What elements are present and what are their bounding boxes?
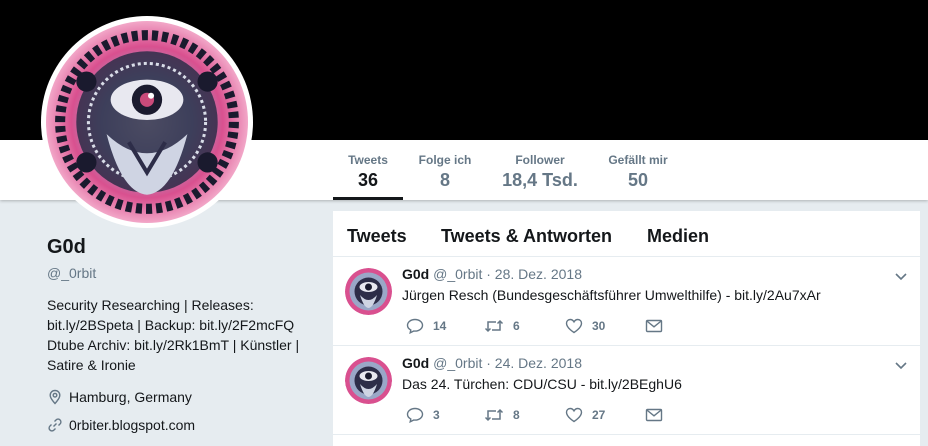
like-count: 30 [592, 319, 606, 333]
nav-following-count: 8 [439, 170, 450, 190]
tweet-author-name[interactable]: G0d [402, 355, 429, 371]
tweet-item[interactable]: G0d @_0rbit · 28. Dez. 2018 Jürgen Resch… [333, 257, 920, 346]
timeline-tabs: Tweets Tweets & Antworten Medien [333, 211, 920, 257]
location-pin-icon [49, 389, 61, 405]
nav-likes-label: Gefällt mir [608, 153, 668, 167]
profile-bio: Security Researching | Releases: bit.ly/… [47, 297, 300, 373]
avatar-artwork [46, 21, 248, 223]
tweet-date[interactable]: · 24. Dez. 2018 [486, 355, 582, 371]
reply-count: 3 [433, 408, 440, 422]
profile-website-link[interactable]: 0rbiter.blogspot.com [69, 417, 195, 433]
retweet-count: 8 [513, 408, 520, 422]
tweet-date[interactable]: · 28. Dez. 2018 [486, 266, 582, 282]
nav-followers-label: Follower [515, 153, 565, 167]
nav-followers-count: 18,4 Tsd. [502, 170, 578, 190]
tweet-author-handle[interactable]: @_0rbit [433, 355, 482, 371]
nav-following[interactable]: Folge ich 8 [412, 140, 478, 200]
like-button[interactable]: 30 [565, 318, 605, 334]
tweet-author-name[interactable]: G0d [402, 266, 429, 282]
like-count: 27 [592, 408, 606, 422]
nav-likes[interactable]: Gefällt mir 50 [600, 140, 676, 200]
profile-handle[interactable]: @_0rbit [47, 265, 317, 281]
reply-icon [406, 407, 424, 423]
tweet-item[interactable]: G0d @_0rbit · 24. Dez. 2018 Das 24. Türc… [333, 346, 920, 435]
nav-followers[interactable]: Follower 18,4 Tsd. [495, 140, 585, 200]
tweet-author-handle[interactable]: @_0rbit [433, 266, 482, 282]
profile-location: Hamburg, Germany [47, 389, 317, 405]
timeline: Tweets Tweets & Antworten Medien G0d @_0… [333, 211, 920, 446]
profile-name[interactable]: G0d [47, 236, 317, 259]
tweet-text: Das 24. Türchen: CDU/CSU - bit.ly/2BEghU… [402, 376, 682, 392]
profile-sidebar: G0d @_0rbit Security Researching | Relea… [47, 236, 317, 433]
reply-count: 14 [433, 319, 447, 333]
retweet-button[interactable]: 6 [484, 318, 520, 334]
retweet-button[interactable]: 8 [484, 407, 520, 423]
chevron-down-icon[interactable] [894, 269, 908, 283]
retweet-count: 6 [513, 319, 520, 333]
reply-button[interactable]: 14 [406, 318, 446, 334]
profile-location-text: Hamburg, Germany [69, 389, 192, 405]
tab-tweets[interactable]: Tweets [347, 226, 407, 247]
tweet-header: G0d @_0rbit · 28. Dez. 2018 [402, 266, 582, 282]
link-icon [48, 418, 62, 432]
heart-icon [565, 318, 583, 334]
tweet-avatar[interactable] [345, 268, 392, 315]
direct-message-button[interactable] [645, 407, 663, 423]
retweet-icon [484, 408, 504, 422]
reply-button[interactable]: 3 [406, 407, 440, 423]
tab-tweets-replies[interactable]: Tweets & Antworten [441, 226, 612, 247]
nav-tweets-label: Tweets [348, 153, 388, 167]
profile-avatar[interactable] [41, 16, 253, 228]
chevron-down-icon[interactable] [894, 358, 908, 372]
retweet-icon [484, 319, 504, 333]
tweet-avatar[interactable] [345, 357, 392, 404]
nav-tweets[interactable]: Tweets 36 [333, 140, 403, 200]
profile-website[interactable]: 0rbiter.blogspot.com [47, 417, 317, 433]
envelope-icon [645, 408, 663, 422]
direct-message-button[interactable] [645, 318, 663, 334]
envelope-icon [645, 319, 663, 333]
like-button[interactable]: 27 [565, 407, 605, 423]
heart-icon [565, 407, 583, 423]
reply-icon [406, 318, 424, 334]
tab-media[interactable]: Medien [647, 226, 709, 247]
tweet-header: G0d @_0rbit · 24. Dez. 2018 [402, 355, 582, 371]
nav-tweets-count: 36 [357, 170, 379, 190]
tweet-text: Jürgen Resch (Bundesgeschäftsführer Umwe… [402, 287, 821, 303]
nav-following-label: Folge ich [418, 153, 472, 167]
nav-likes-count: 50 [627, 170, 649, 190]
